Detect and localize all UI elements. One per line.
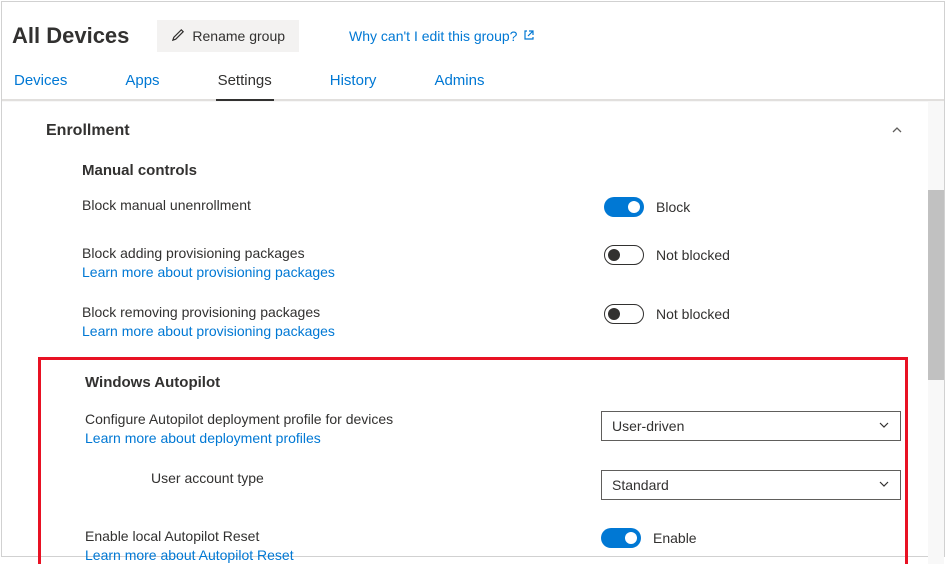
rename-group-label: Rename group	[192, 28, 285, 44]
block-add-provisioning-state: Not blocked	[656, 247, 730, 263]
block-unenroll-state: Block	[656, 199, 690, 215]
user-account-type-row: User account type Standard	[41, 466, 905, 504]
autopilot-reset-row: Enable local Autopilot Reset Learn more …	[41, 524, 905, 564]
learn-deployment-profiles-link[interactable]: Learn more about deployment profiles	[85, 430, 601, 446]
block-remove-provisioning-label: Block removing provisioning packages	[82, 304, 604, 320]
enrollment-title: Enrollment	[46, 122, 130, 140]
tabs-bar: Devices Apps Settings History Admins	[2, 60, 944, 101]
block-add-provisioning-row: Block adding provisioning packages Learn…	[2, 241, 944, 284]
autopilot-reset-toggle[interactable]	[601, 528, 641, 548]
autopilot-profile-label: Configure Autopilot deployment profile f…	[85, 411, 601, 427]
autopilot-highlight-box: Windows Autopilot Configure Autopilot de…	[38, 357, 908, 564]
user-account-type-dropdown[interactable]: Standard	[601, 470, 901, 500]
autopilot-reset-state: Enable	[653, 530, 697, 546]
block-unenroll-row: Block manual unenrollment Block	[2, 193, 944, 221]
tab-devices[interactable]: Devices	[14, 66, 67, 99]
pencil-icon	[171, 27, 186, 45]
scrollbar-thumb[interactable]	[928, 190, 944, 380]
learn-provisioning-link-2[interactable]: Learn more about provisioning packages	[82, 323, 604, 339]
header-bar: All Devices Rename group Why can't I edi…	[2, 2, 944, 60]
block-remove-provisioning-toggle[interactable]	[604, 304, 644, 324]
block-unenroll-toggle[interactable]	[604, 197, 644, 217]
block-add-provisioning-label: Block adding provisioning packages	[82, 245, 604, 261]
autopilot-reset-label: Enable local Autopilot Reset	[85, 528, 601, 544]
block-add-provisioning-toggle[interactable]	[604, 245, 644, 265]
tab-history[interactable]: History	[330, 66, 377, 99]
external-link-icon	[523, 28, 535, 44]
block-remove-provisioning-state: Not blocked	[656, 306, 730, 322]
user-account-type-value: Standard	[612, 477, 669, 493]
autopilot-profile-row: Configure Autopilot deployment profile f…	[41, 407, 905, 450]
learn-autopilot-reset-link[interactable]: Learn more about Autopilot Reset	[85, 547, 601, 563]
rename-group-button[interactable]: Rename group	[157, 20, 299, 52]
user-account-type-label: User account type	[151, 470, 601, 486]
help-link[interactable]: Why can't I edit this group?	[349, 28, 535, 44]
autopilot-profile-dropdown[interactable]: User-driven	[601, 411, 901, 441]
tab-settings[interactable]: Settings	[218, 66, 272, 99]
page-title: All Devices	[12, 23, 129, 49]
enrollment-section-header[interactable]: Enrollment	[2, 122, 944, 152]
help-link-text: Why can't I edit this group?	[349, 28, 517, 44]
chevron-up-icon	[890, 123, 904, 140]
tab-admins[interactable]: Admins	[434, 66, 484, 99]
learn-provisioning-link-1[interactable]: Learn more about provisioning packages	[82, 264, 604, 280]
manual-controls-title: Manual controls	[2, 152, 944, 193]
autopilot-title: Windows Autopilot	[41, 374, 905, 407]
block-unenroll-label: Block manual unenrollment	[82, 197, 604, 213]
autopilot-profile-value: User-driven	[612, 418, 684, 434]
tab-apps[interactable]: Apps	[125, 66, 159, 99]
chevron-down-icon	[878, 418, 890, 434]
scrollbar-track[interactable]	[928, 102, 944, 564]
chevron-down-icon	[878, 477, 890, 493]
block-remove-provisioning-row: Block removing provisioning packages Lea…	[2, 300, 944, 343]
